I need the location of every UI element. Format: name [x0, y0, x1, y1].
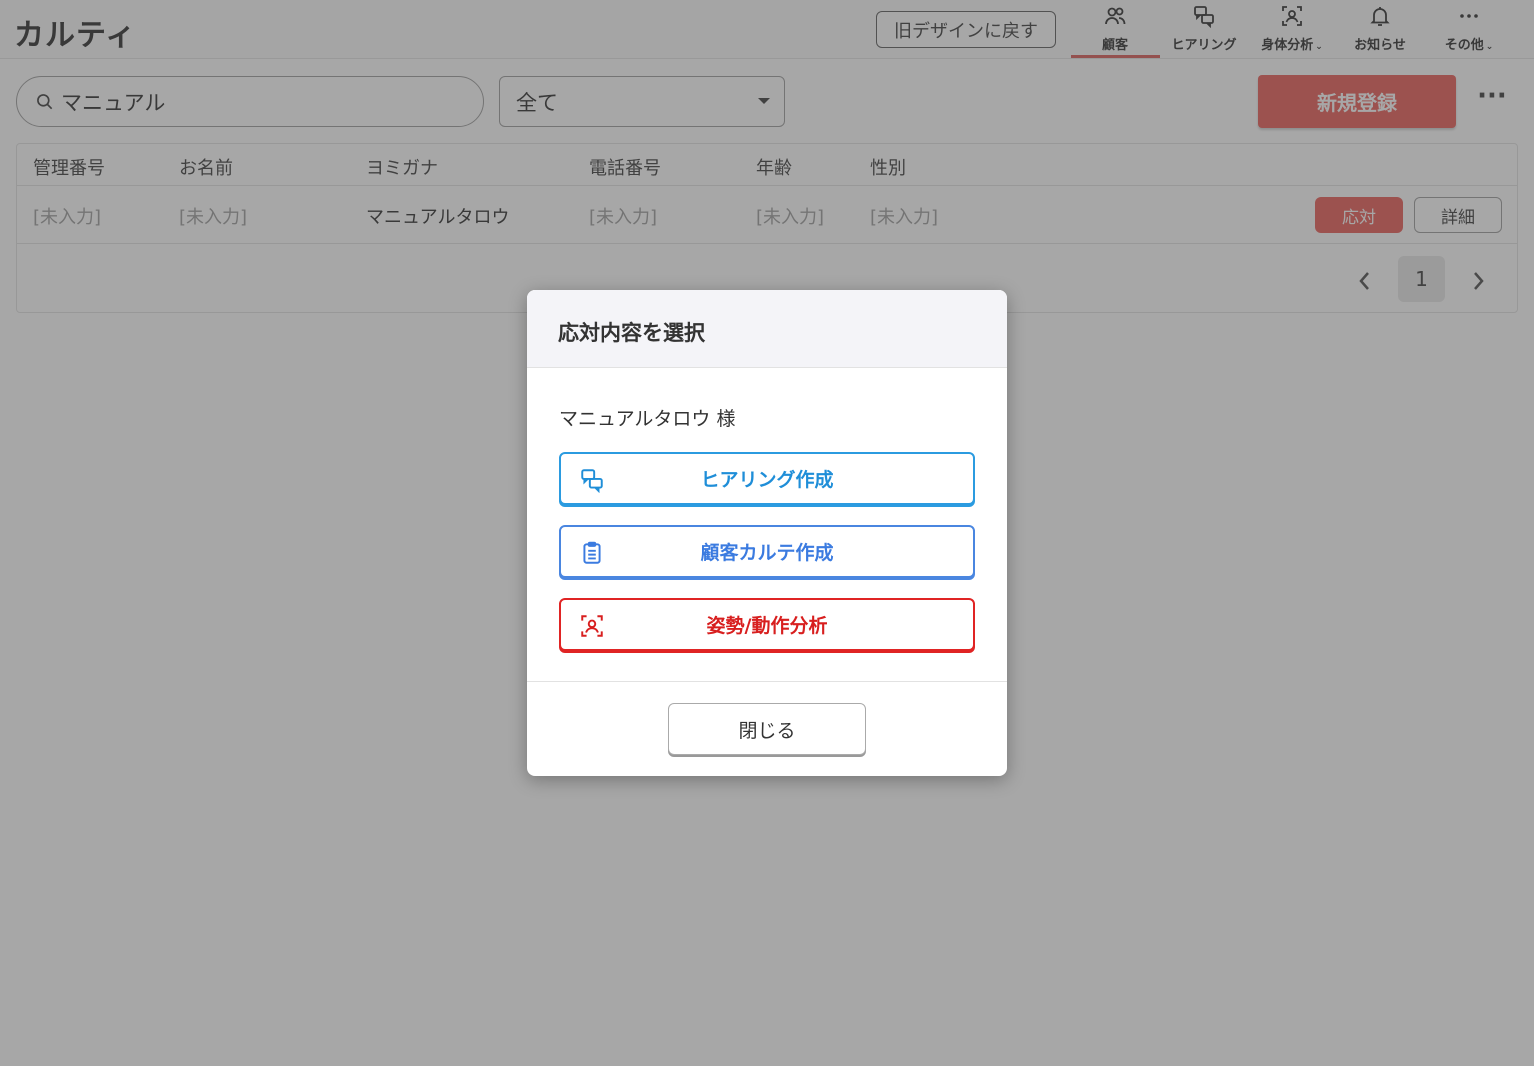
posture-analysis-button[interactable]: 姿勢/動作分析 [559, 598, 975, 651]
button-label: 顧客カルテ作成 [700, 542, 834, 564]
button-label: ヒアリング作成 [700, 469, 834, 491]
response-select-dialog: 応対内容を選択 マニュアルタロウ 様 ヒアリング作成 顧客カルテ作成 姿勢/動作… [527, 290, 1007, 776]
create-hearing-button[interactable]: ヒアリング作成 [559, 452, 975, 505]
clipboard-icon [583, 541, 601, 564]
dialog-header: 応対内容を選択 [527, 290, 1007, 368]
chat-icon [581, 469, 603, 493]
dialog-divider [527, 681, 1007, 682]
body-scan-icon [581, 615, 603, 637]
create-karte-button[interactable]: 顧客カルテ作成 [559, 525, 975, 578]
customer-name: マニュアルタロウ 様 [559, 408, 736, 430]
button-label: 姿勢/動作分析 [706, 615, 828, 637]
close-button[interactable]: 閉じる [668, 703, 866, 755]
dialog-title: 応対内容を選択 [558, 321, 705, 345]
